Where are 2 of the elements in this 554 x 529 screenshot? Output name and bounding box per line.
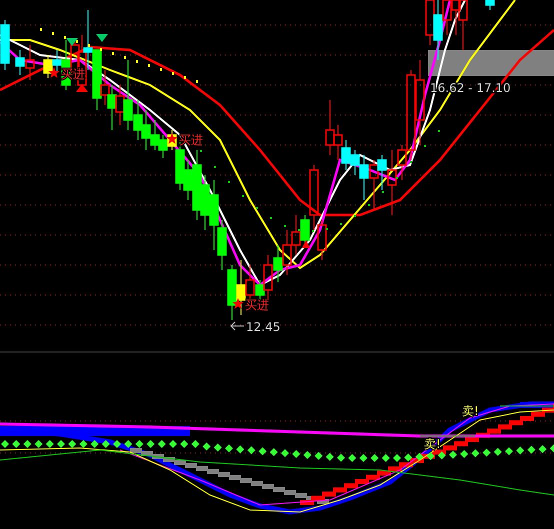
low-price-label: 12.45 xyxy=(246,320,280,334)
sell-signal-label: 卖! xyxy=(462,404,479,418)
